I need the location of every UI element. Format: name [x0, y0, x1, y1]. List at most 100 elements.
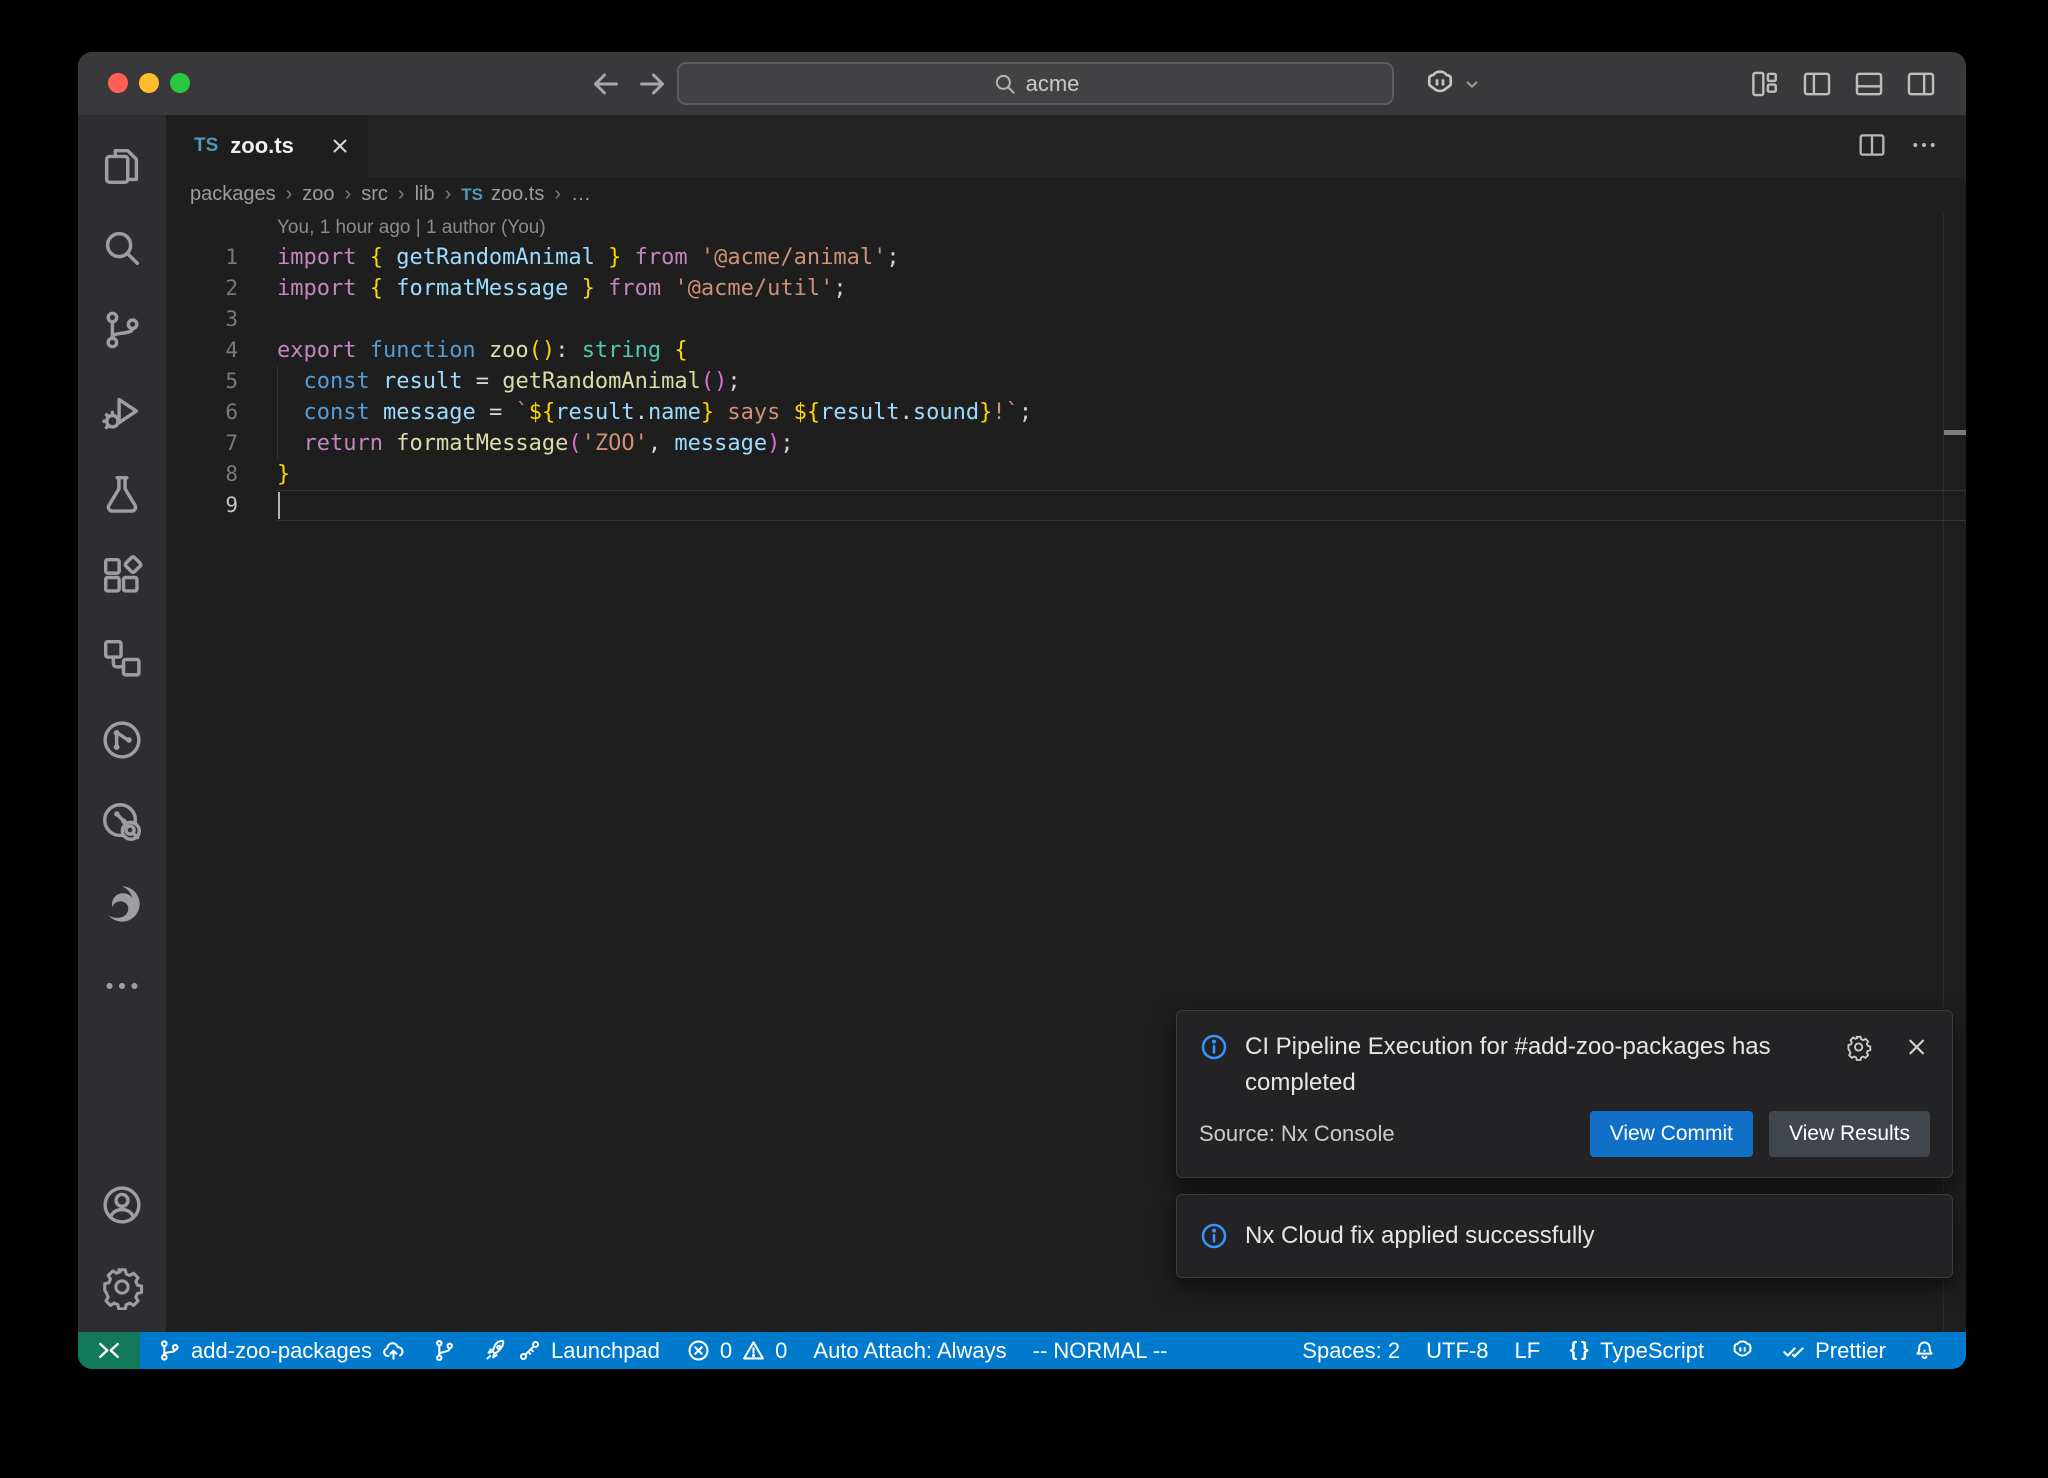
braces-icon: { }: [1566, 1338, 1591, 1363]
search-value: acme: [1026, 71, 1080, 97]
view-commit-button[interactable]: View Commit: [1590, 1111, 1753, 1157]
activity-nx-cloud-icon[interactable]: [99, 799, 145, 845]
customize-layout-icon[interactable]: [1748, 67, 1782, 101]
remote-indicator[interactable]: [78, 1332, 140, 1369]
status-auto-attach[interactable]: Auto Attach: Always: [800, 1332, 1019, 1369]
notification-message: CI Pipeline Execution for #add-zoo-packa…: [1245, 1029, 1829, 1101]
panel-bottom-icon[interactable]: [1852, 67, 1886, 101]
search-icon: [992, 71, 1018, 97]
activity-testing-icon[interactable]: [99, 471, 145, 517]
double-check-icon: [1781, 1338, 1806, 1363]
status-launchpad[interactable]: Launchpad: [470, 1332, 673, 1369]
notification-toast-nx-cloud: Nx Cloud fix applied successfully: [1176, 1194, 1953, 1278]
notification-toast-ci: CI Pipeline Execution for #add-zoo-packa…: [1176, 1010, 1953, 1178]
code-line-9: 9: [166, 490, 1966, 521]
code-line-1: 1import { getRandomAnimal } from '@acme/…: [166, 242, 1966, 273]
pipeline-icon: [432, 1338, 457, 1363]
status-encoding[interactable]: UTF-8: [1413, 1332, 1501, 1369]
sidebar-left-icon[interactable]: [1800, 67, 1834, 101]
activity-extensions-icon[interactable]: [99, 553, 145, 599]
copilot-menu[interactable]: [1423, 67, 1483, 101]
notification-source: Source: Nx Console: [1199, 1121, 1590, 1147]
warning-icon: [741, 1338, 766, 1363]
text-cursor: [278, 492, 280, 519]
breadcrumb-separator: ›: [286, 183, 293, 206]
breadcrumb-item[interactable]: zoo: [302, 183, 334, 206]
close-window-button[interactable]: [108, 73, 128, 93]
breadcrumb-separator: ›: [554, 183, 561, 206]
tab-zoo-ts[interactable]: TS zoo.ts: [166, 115, 368, 177]
plug-icon: [517, 1338, 542, 1363]
breadcrumb-item[interactable]: TSzoo.ts: [461, 183, 544, 206]
breadcrumb-item[interactable]: lib: [415, 183, 435, 206]
status-formatter[interactable]: Prettier: [1768, 1332, 1899, 1369]
back-arrow-icon[interactable]: [588, 66, 624, 102]
info-icon: [1199, 1221, 1229, 1251]
status-vim-mode[interactable]: -- NORMAL --: [1020, 1332, 1181, 1369]
breadcrumb-item[interactable]: …: [571, 183, 591, 206]
status-eol[interactable]: LF: [1501, 1332, 1553, 1369]
status-notifications-bell[interactable]: [1899, 1332, 1950, 1369]
code-line-4: 4export function zoo(): string {: [166, 335, 1966, 366]
remote-icon: [95, 1337, 123, 1365]
activity-bar: [78, 115, 166, 1332]
screen: acme TS zoo.ts: [0, 0, 2048, 1478]
forward-arrow-icon[interactable]: [634, 66, 670, 102]
status-branch[interactable]: add-zoo-packages: [144, 1332, 419, 1369]
activity-source-control-icon[interactable]: [99, 307, 145, 353]
notification-settings-icon[interactable]: [1845, 1033, 1872, 1061]
minimize-window-button[interactable]: [139, 73, 159, 93]
breadcrumb: packages›zoo›src›lib›TSzoo.ts›…: [166, 177, 1966, 212]
git-branch-icon: [157, 1338, 182, 1363]
bell-icon: [1912, 1338, 1937, 1363]
code-line-3: 3: [166, 304, 1966, 335]
status-indentation[interactable]: Spaces: 2: [1289, 1332, 1413, 1369]
code-line-2: 2import { formatMessage } from '@acme/ut…: [166, 273, 1966, 304]
rocket-icon: [483, 1338, 508, 1363]
activity-references-icon[interactable]: [99, 635, 145, 681]
code-line-6: 6 const message = `${result.name} says $…: [166, 397, 1966, 428]
editor-actions: [1856, 129, 1940, 161]
sidebar-right-icon[interactable]: [1904, 67, 1938, 101]
code-line-5: 5 const result = getRandomAnimal();: [166, 366, 1966, 397]
cloud-upload-icon: [381, 1338, 406, 1363]
status-copilot[interactable]: [1717, 1332, 1768, 1369]
code-line-7: 7 return formatMessage('ZOO', message);: [166, 428, 1966, 459]
traffic-lights: [108, 73, 190, 93]
copilot-icon: [1423, 67, 1457, 101]
activity-run-debug-icon[interactable]: [99, 389, 145, 435]
tab-bar: TS zoo.ts: [166, 115, 1966, 177]
more-actions-icon[interactable]: [1908, 129, 1940, 161]
command-center-search[interactable]: acme: [677, 62, 1394, 105]
typescript-file-icon: TS: [194, 135, 218, 157]
view-results-button[interactable]: View Results: [1769, 1111, 1930, 1157]
error-icon: [686, 1338, 711, 1363]
info-icon: [1199, 1032, 1229, 1062]
tab-label: zoo.ts: [230, 133, 316, 159]
status-problems[interactable]: 00: [673, 1332, 801, 1369]
tab-close-icon[interactable]: [328, 134, 352, 158]
breadcrumb-item[interactable]: src: [361, 183, 388, 206]
activity-accounts-icon[interactable]: [99, 1182, 145, 1228]
typescript-file-icon: TS: [461, 185, 483, 205]
activity-nx-console-icon[interactable]: [99, 717, 145, 763]
titlebar: acme: [78, 52, 1966, 115]
activity-more-views-icon[interactable]: [99, 963, 145, 1009]
status-language[interactable]: { }TypeScript: [1553, 1332, 1717, 1369]
breadcrumb-item[interactable]: packages: [190, 183, 276, 206]
notification-close-icon[interactable]: [1903, 1033, 1930, 1061]
activity-settings-icon[interactable]: [99, 1264, 145, 1310]
zoom-window-button[interactable]: [170, 73, 190, 93]
breadcrumb-separator: ›: [445, 183, 452, 206]
activity-edge-tools-icon[interactable]: [99, 881, 145, 927]
activity-explorer-icon[interactable]: [99, 143, 145, 189]
chevron-down-icon: [1461, 73, 1483, 95]
notification-message: Nx Cloud fix applied successfully: [1245, 1222, 1595, 1250]
split-editor-icon[interactable]: [1856, 129, 1888, 161]
blame-annotation: You, 1 hour ago | 1 author (You): [277, 217, 546, 239]
breadcrumb-separator: ›: [398, 183, 405, 206]
activity-search-icon[interactable]: [99, 225, 145, 271]
layout-controls: [1748, 67, 1938, 101]
copilot-icon: [1730, 1338, 1755, 1363]
status-pipeline[interactable]: [419, 1332, 470, 1369]
